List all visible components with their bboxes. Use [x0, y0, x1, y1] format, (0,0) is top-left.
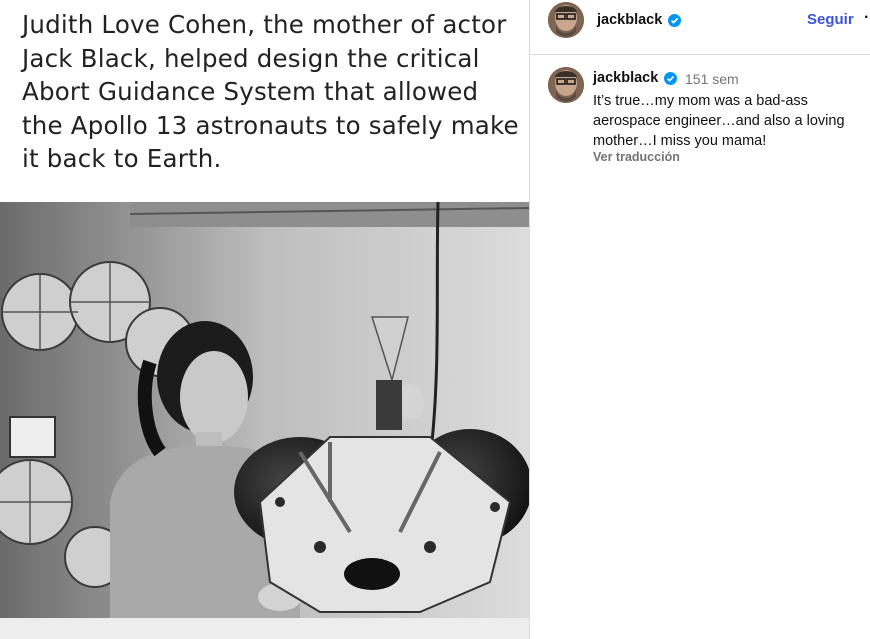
comment-username[interactable]: jackblack: [593, 70, 658, 86]
verified-badge-icon: [668, 14, 681, 27]
verified-badge-icon: [664, 72, 677, 85]
comment-timestamp[interactable]: 151 sem: [685, 71, 739, 87]
more-options-icon[interactable]: ·: [864, 9, 869, 27]
post-photo: [0, 202, 529, 618]
post-image-caption: Judith Love Cohen, the mother of actor J…: [22, 10, 519, 173]
comment-avatar[interactable]: [548, 67, 584, 103]
media-bottom-strip: [0, 618, 529, 639]
post-sidebar: jackblack Seguir · jackblack 151 sem It’…: [530, 0, 870, 639]
follow-button[interactable]: Seguir: [807, 11, 854, 28]
post-media: Judith Love Cohen, the mother of actor J…: [0, 0, 529, 639]
avatar[interactable]: [548, 2, 584, 38]
see-translation-link[interactable]: Ver traducción: [593, 150, 680, 164]
post-header: jackblack Seguir ·: [530, 0, 870, 55]
header-username[interactable]: jackblack: [597, 12, 662, 28]
comment-text: It’s true…my mom was a bad-ass aerospace…: [593, 93, 845, 149]
